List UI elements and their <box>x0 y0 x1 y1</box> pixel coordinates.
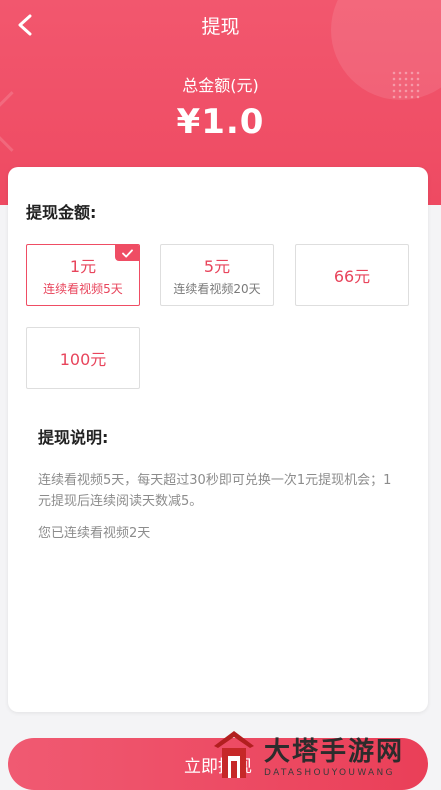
amount-option-100[interactable]: 100元 <box>26 327 140 389</box>
tower-logo-icon <box>214 730 254 778</box>
option-amount: 66元 <box>333 267 371 286</box>
amount-option-5[interactable]: 5元 连续看视频20天 <box>160 244 274 306</box>
check-icon <box>115 245 139 261</box>
total-amount-label: 总金额(元) <box>182 76 259 95</box>
option-condition: 连续看视频20天 <box>173 282 261 296</box>
watermark-main: 大塔手游网 <box>264 737 405 767</box>
option-amount: 5元 <box>203 257 231 276</box>
withdraw-card: 提现金额: 1元 连续看视频5天 5元 连续看视频20天 66元 100元 提现… <box>8 167 428 712</box>
total-amount-value: ¥1.0 <box>176 102 265 142</box>
withdraw-amount-title: 提现金额: <box>26 203 97 222</box>
amount-option-1[interactable]: 1元 连续看视频5天 <box>26 244 140 306</box>
option-amount: 1元 <box>69 257 97 276</box>
watermark-sub: DATASHOUYOUWANG <box>264 768 395 778</box>
amount-option-66[interactable]: 66元 <box>295 244 409 306</box>
option-condition: 连续看视频5天 <box>43 282 123 296</box>
instructions-title: 提现说明: <box>38 428 109 447</box>
option-amount: 100元 <box>59 350 107 369</box>
watermark: 大塔手游网 DATASHOUYOUWANG <box>210 722 441 787</box>
progress-text: 您已连续看视频2天 <box>38 526 151 541</box>
page-title: 提现 <box>201 16 240 38</box>
instructions-text: 连续看视频5天，每天超过30秒即可兑换一次1元提现机会；1元提现后连续阅读天数减… <box>38 473 392 509</box>
top-bar: 提现 <box>0 0 441 50</box>
